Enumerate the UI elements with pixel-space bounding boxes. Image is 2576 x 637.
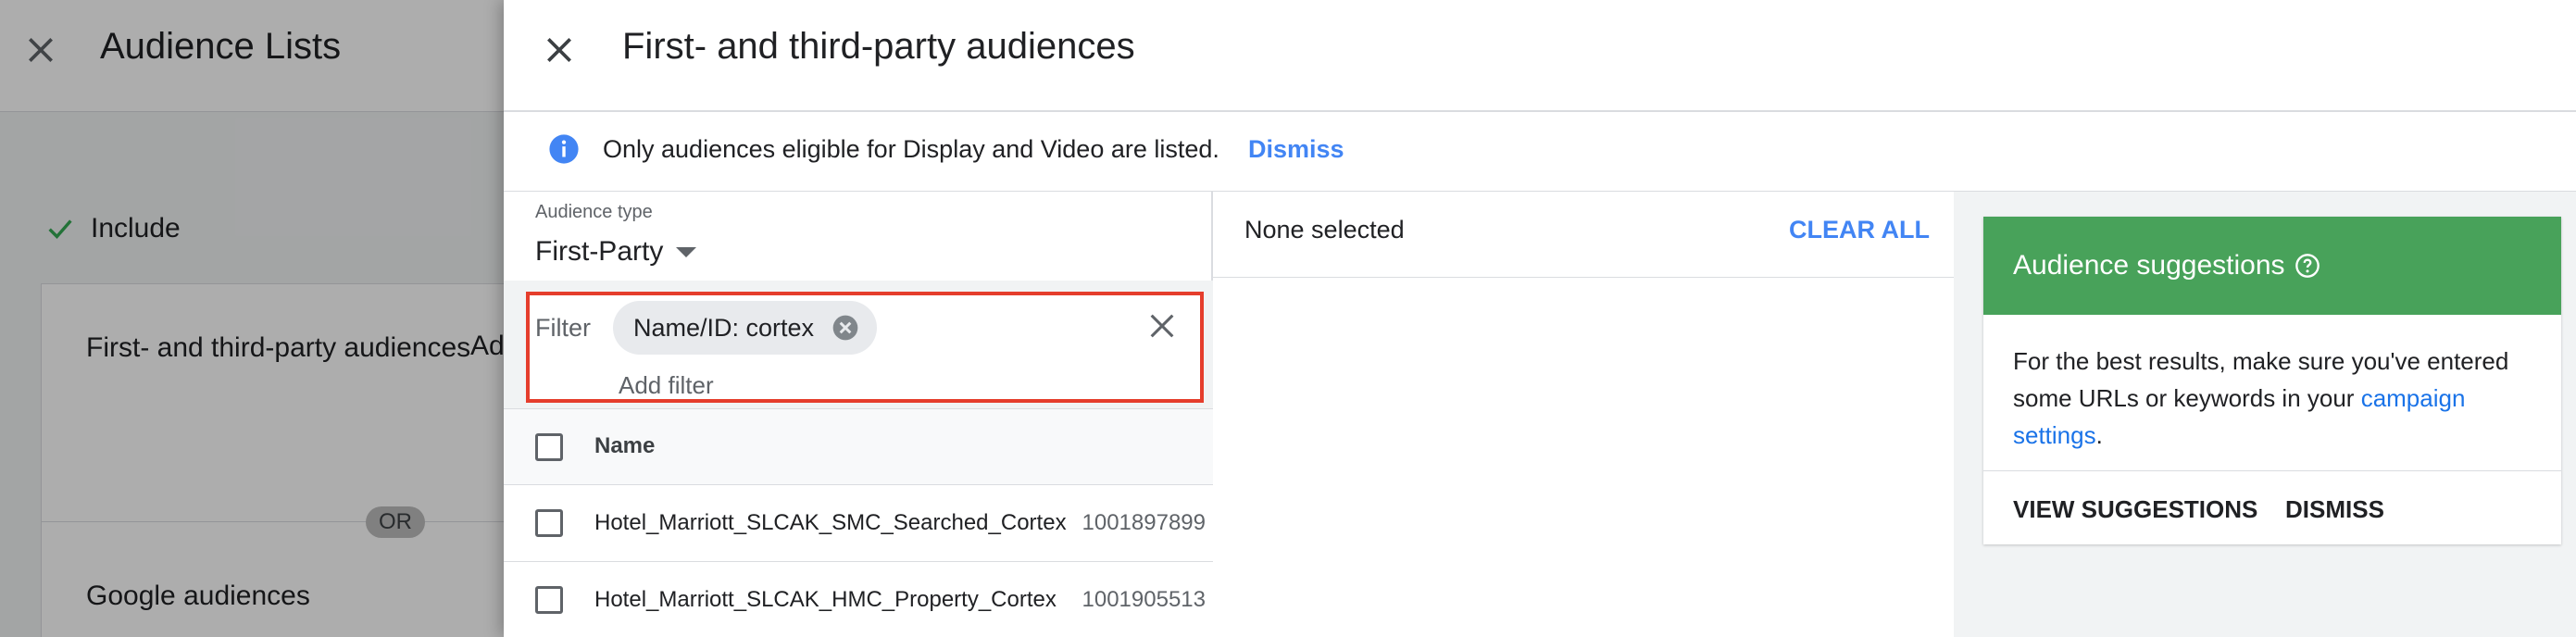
suggestions-title: Audience suggestions: [2013, 250, 2320, 281]
table-row[interactable]: Hotel_Marriott_SLCAK_HMC_Property_Cortex…: [504, 562, 1213, 637]
remove-chip-icon[interactable]: [831, 313, 860, 343]
suggestions-column: Audience suggestions For the best result…: [1954, 192, 2576, 637]
view-suggestions-button[interactable]: VIEW SUGGESTIONS: [2013, 495, 2257, 524]
clear-filter-icon[interactable]: [1146, 310, 1178, 342]
row-checkbox[interactable]: [535, 509, 563, 537]
filter-chip-text: Name/ID: cortex: [633, 313, 815, 342]
panel-title: First- and third-party audiences: [622, 26, 1135, 67]
audience-id: 1001897899: [1082, 510, 1206, 535]
panel-header: First- and third-party audiences: [504, 0, 2576, 112]
close-icon[interactable]: [541, 31, 578, 69]
table-row[interactable]: Hotel_Marriott_SLCAK_SMC_Searched_Cortex…: [504, 485, 1213, 562]
add-filter-input[interactable]: Add filter: [619, 371, 714, 400]
filter-box: Filter Name/ID: cortex Add filter: [526, 292, 1204, 403]
suggestions-header: Audience suggestions: [1983, 217, 2561, 315]
info-dismiss-link[interactable]: Dismiss: [1248, 133, 1344, 165]
dropdown-arrow-icon: [676, 246, 697, 257]
audience-suggestions-card: Audience suggestions For the best result…: [1983, 217, 2561, 544]
table-header: Name: [504, 408, 1213, 485]
select-all-checkbox[interactable]: [535, 433, 563, 461]
info-text: Only audiences eligible for Display and …: [603, 135, 1219, 163]
audience-type-dropdown[interactable]: First-Party: [535, 236, 697, 268]
audience-name: Hotel_Marriott_SLCAK_HMC_Property_Cortex: [594, 587, 1057, 612]
audience-name: Hotel_Marriott_SLCAK_SMC_Searched_Cortex: [594, 510, 1067, 535]
filter-label: Filter: [535, 314, 591, 342]
suggestions-body-end: .: [2095, 421, 2103, 449]
audience-list-column: Audience type First-Party Filter Name/ID…: [504, 192, 1213, 637]
suggestions-body: For the best results, make sure you've e…: [2013, 343, 2541, 454]
info-icon: [549, 134, 579, 164]
info-banner: Only audiences eligible for Display and …: [504, 112, 2576, 192]
selection-header: None selected CLEAR ALL: [1213, 192, 1954, 278]
selected-audiences-column: None selected CLEAR ALL: [1213, 192, 1954, 637]
selection-status: None selected: [1244, 216, 1405, 244]
audience-panel: First- and third-party audiences Only au…: [504, 0, 2576, 637]
help-icon[interactable]: [2295, 253, 2320, 279]
audience-type-value: First-Party: [535, 236, 664, 267]
clear-all-button[interactable]: CLEAR ALL: [1789, 216, 1930, 244]
filter-area: Filter Name/ID: cortex Add filter: [504, 281, 1213, 408]
audience-type-label: Audience type: [535, 202, 653, 222]
suggestions-title-text: Audience suggestions: [2013, 250, 2285, 281]
row-checkbox[interactable]: [535, 586, 563, 614]
dismiss-suggestions-button[interactable]: DISMISS: [2285, 495, 2384, 524]
suggestions-actions: VIEW SUGGESTIONS DISMISS: [1983, 470, 2561, 544]
column-header-name: Name: [594, 433, 656, 458]
filter-chip[interactable]: Name/ID: cortex: [613, 301, 878, 355]
audience-id: 1001905513: [1082, 587, 1206, 612]
